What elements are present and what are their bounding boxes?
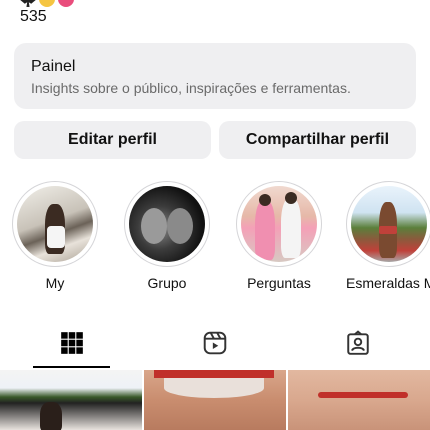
highlight-ring <box>12 181 98 267</box>
spade-icon <box>20 0 36 7</box>
highlight-my[interactable]: My <box>12 181 98 291</box>
highlight-thumbnail <box>241 186 317 262</box>
tab-reels[interactable] <box>143 318 286 368</box>
highlight-label: Perguntas <box>247 275 311 291</box>
heart-icon <box>58 0 74 7</box>
highlight-esmeraldas[interactable]: Esmeraldas M <box>346 181 430 291</box>
tab-posts[interactable] <box>0 318 143 368</box>
post-thumbnail[interactable] <box>288 370 430 430</box>
highlight-ring <box>346 181 430 267</box>
highlight-grupo[interactable]: Grupo <box>124 181 210 291</box>
post-thumbnail[interactable] <box>144 370 286 430</box>
reels-icon <box>203 331 227 355</box>
highlight-thumbnail <box>17 186 93 262</box>
panel-title: Painel <box>31 58 76 75</box>
share-profile-button[interactable]: Compartilhar perfil <box>219 121 416 159</box>
tab-tagged[interactable] <box>287 318 430 368</box>
highlight-ring <box>236 181 322 267</box>
dashboard-panel[interactable]: Painel Insights sobre o público, inspira… <box>14 43 416 109</box>
edit-profile-button[interactable]: Editar perfil <box>14 121 211 159</box>
profile-tabs <box>0 318 430 368</box>
panel-subtitle: Insights sobre o público, inspirações e … <box>31 80 351 96</box>
bio-count: 535 <box>20 8 47 25</box>
highlight-thumbnail <box>129 186 205 262</box>
highlight-thumbnail <box>351 186 427 262</box>
highlight-ring <box>124 181 210 267</box>
post-grid <box>0 370 430 430</box>
highlight-label: My <box>45 275 65 291</box>
highlight-label: Esmeraldas M <box>346 275 430 291</box>
hand-icon <box>39 0 55 7</box>
tagged-icon <box>347 330 370 355</box>
highlight-label: Grupo <box>147 275 187 291</box>
highlight-perguntas[interactable]: Perguntas <box>236 181 322 291</box>
post-thumbnail[interactable] <box>0 370 142 430</box>
bio-emojis <box>20 0 74 7</box>
grid-icon <box>60 332 83 354</box>
